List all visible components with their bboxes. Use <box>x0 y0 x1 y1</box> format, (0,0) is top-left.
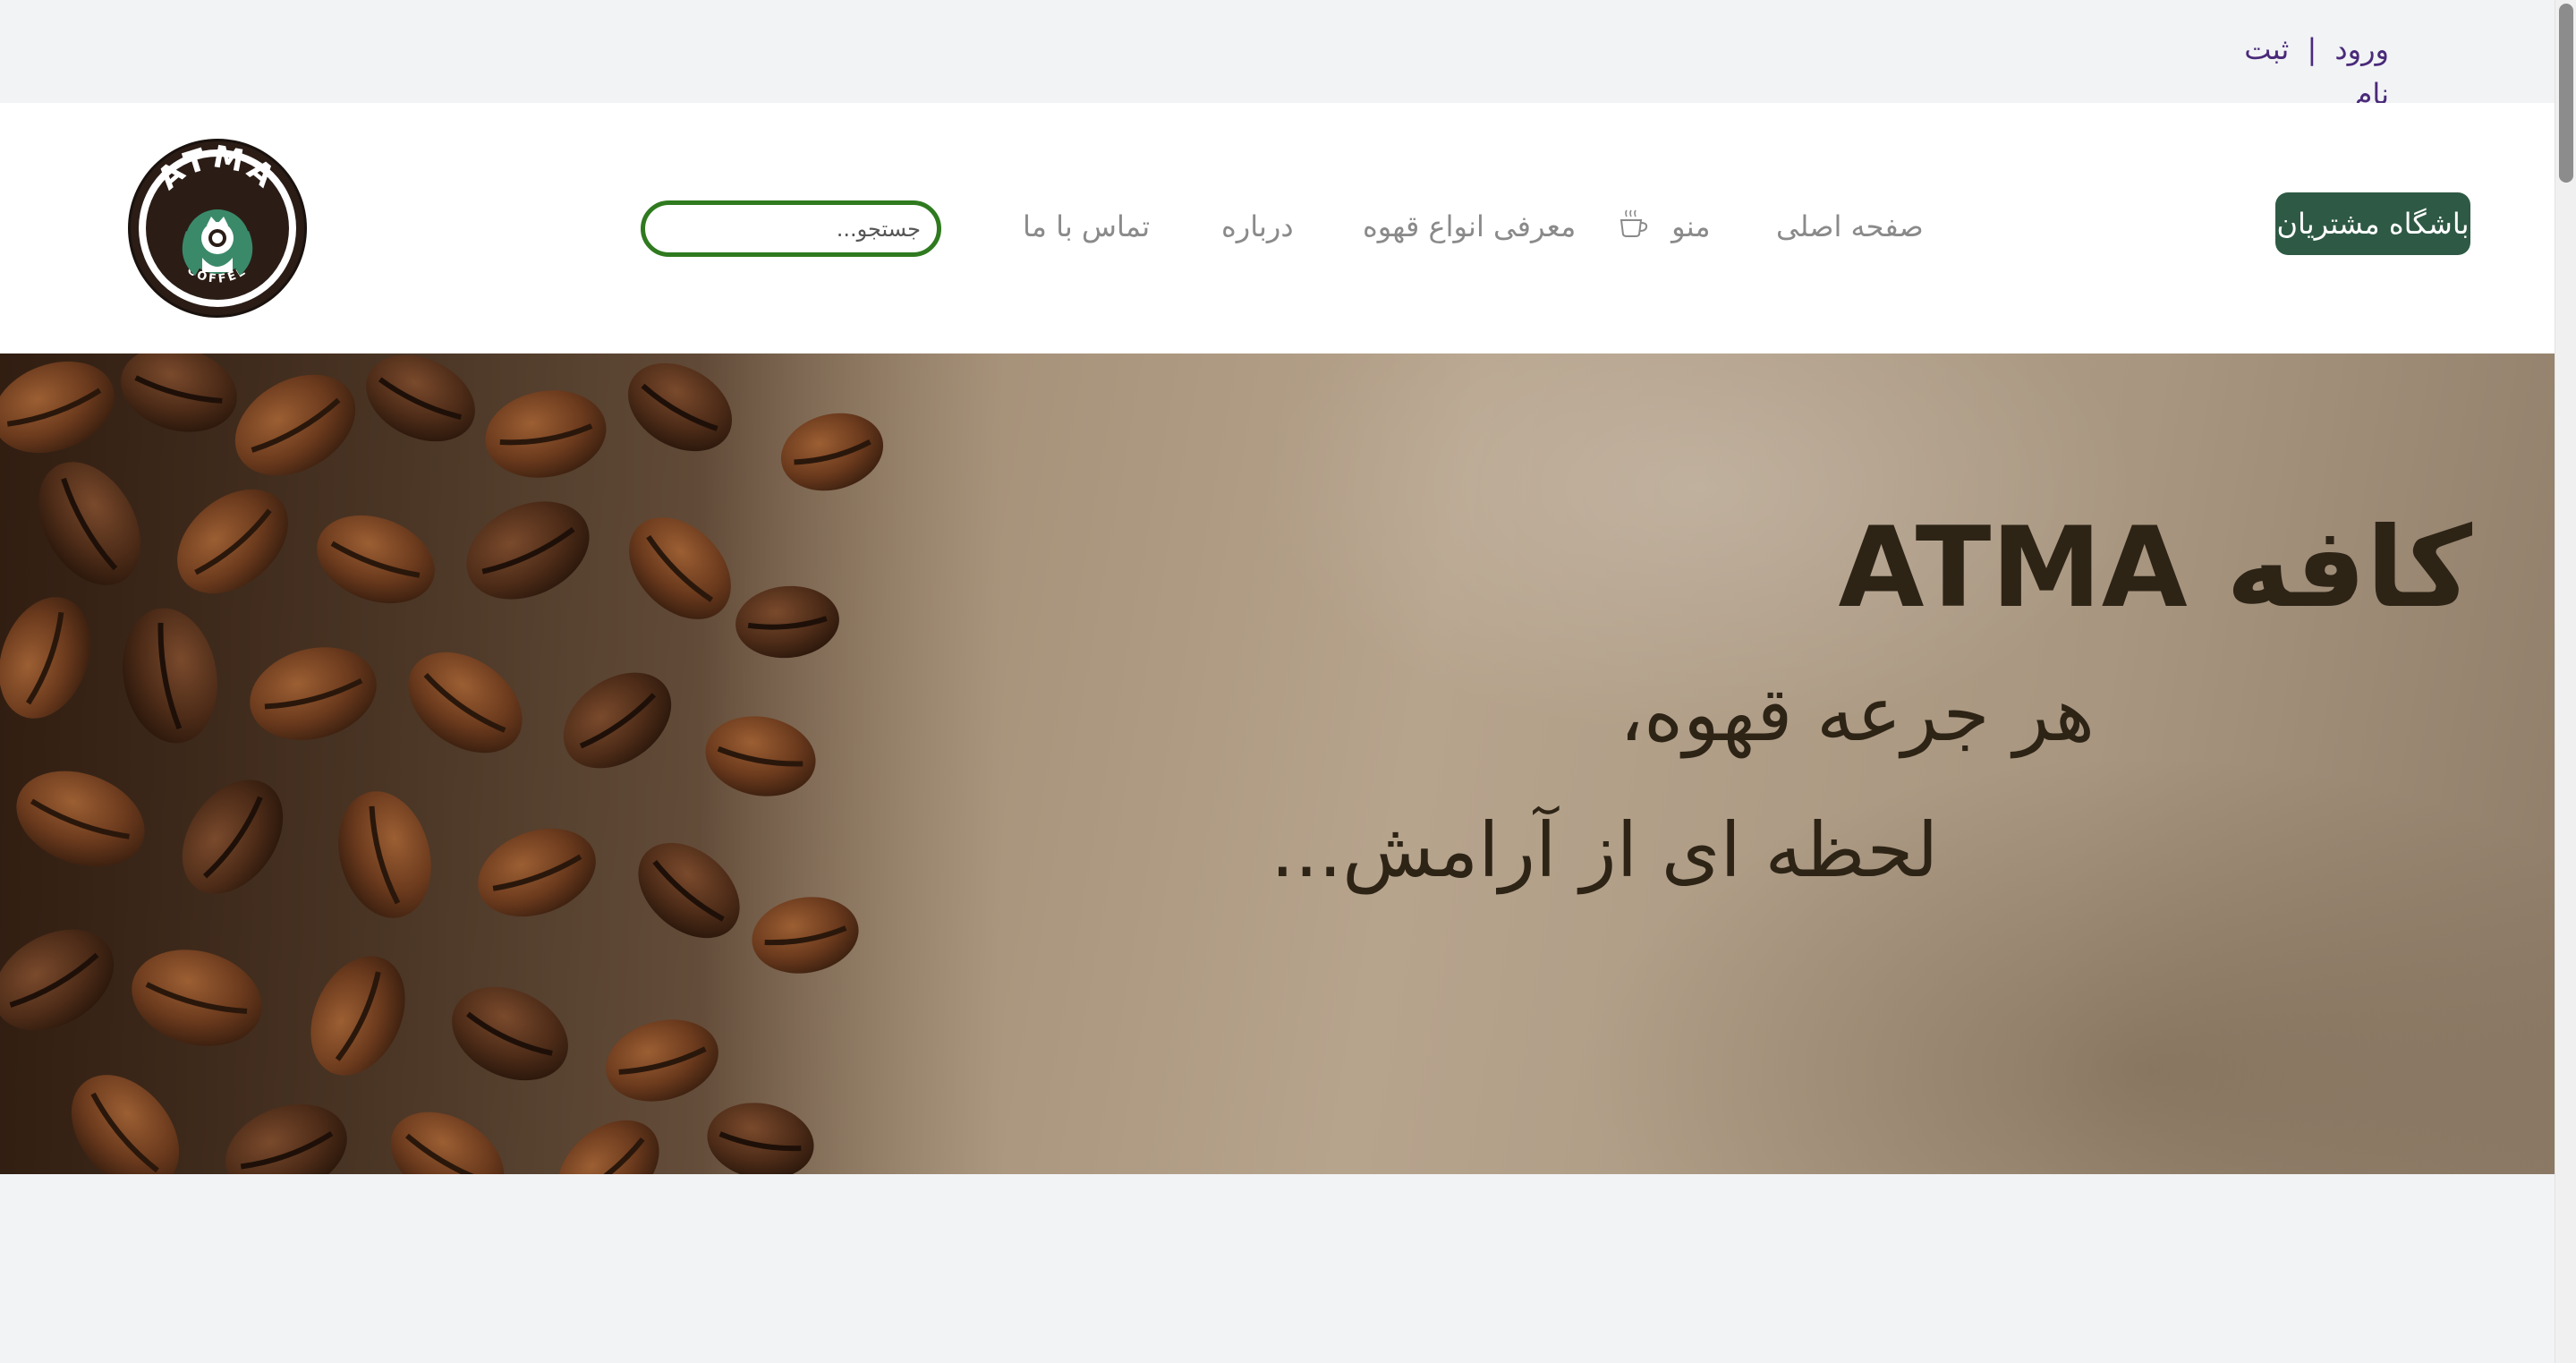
customer-club-button[interactable]: باشگاه مشتریان <box>2275 192 2470 255</box>
hero-tagline-line1: هر جرعه قهوه، <box>1620 670 2095 758</box>
nav-contact[interactable]: تماس با ما <box>1023 200 1150 253</box>
site-logo[interactable]: ATMA COFFEE <box>131 141 304 315</box>
nav-menu[interactable]: منو <box>1618 200 1711 253</box>
coffee-beans-image <box>0 354 1002 1174</box>
logo-emblem-icon: ATMA COFFEE <box>133 141 302 312</box>
site-header: ATMA COFFEE تماس با ما درباره معرفی انوا… <box>0 103 2555 354</box>
coffee-cup-icon <box>1618 201 1650 255</box>
auth-separator: | <box>2307 32 2317 66</box>
nav-coffee-types[interactable]: معرفی انواع قهوه <box>1363 200 1576 253</box>
nav-home[interactable]: صفحه اصلی <box>1776 200 1924 253</box>
search-input[interactable] <box>641 200 941 257</box>
hero-banner: کافه ATMA هر جرعه قهوه، لحظه ای از آرامش… <box>0 354 2555 1174</box>
top-bar: ورود | ثبت نام <box>0 0 2555 111</box>
nav-about[interactable]: درباره <box>1221 200 1294 253</box>
hero-title: کافه ATMA <box>1838 504 2472 633</box>
login-link[interactable]: ورود <box>2334 32 2389 66</box>
nav-menu-label: منو <box>1671 209 1711 243</box>
scrollbar-thumb[interactable] <box>2559 4 2573 183</box>
hero-tagline-line2: لحظه ای از آرامش... <box>1271 806 1939 894</box>
page-scrollbar[interactable] <box>2555 0 2576 1363</box>
